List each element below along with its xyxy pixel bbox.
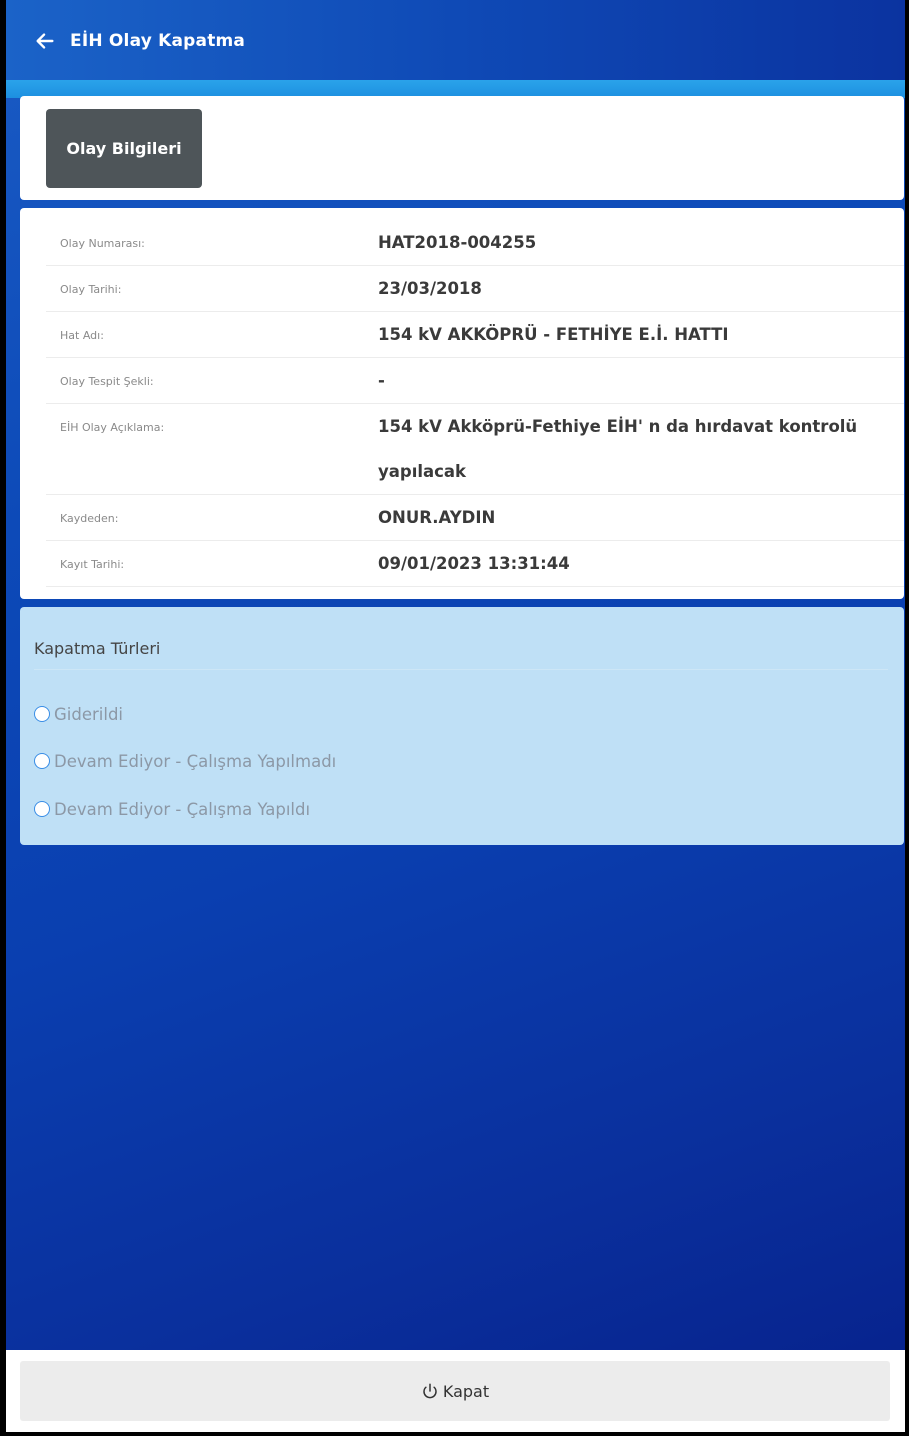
- info-row-kaydeden: Kaydeden: ONUR.AYDIN: [46, 495, 904, 541]
- radio-button[interactable]: [34, 801, 50, 817]
- info-label: Kayıt Tarihi:: [60, 558, 125, 571]
- info-label: EİH Olay Açıklama:: [60, 421, 165, 434]
- info-row-olay-tespit-sekli: Olay Tespit Şekli: -: [46, 358, 904, 404]
- tab-olay-bilgileri[interactable]: Olay Bilgileri: [46, 109, 202, 188]
- info-value: 23/03/2018: [378, 279, 482, 298]
- info-row-olay-tarihi: Olay Tarihi: 23/03/2018: [46, 266, 904, 312]
- closing-types-card: Kapatma Türleri Giderildi Devam Ediyor -…: [20, 607, 904, 845]
- info-label: Olay Tespit Şekli:: [60, 375, 154, 388]
- kapat-label: Kapat: [442, 1381, 490, 1401]
- radio-button[interactable]: [34, 753, 50, 769]
- kapat-button[interactable]: Kapat: [20, 1361, 890, 1421]
- top-bar: EİH Olay Kapatma: [6, 0, 905, 80]
- radio-button[interactable]: [34, 706, 50, 722]
- info-card: Olay Numarası: HAT2018-004255 Olay Tarih…: [20, 208, 904, 599]
- radio-option-devam-yapilmadi[interactable]: Devam Ediyor - Çalışma Yapılmadı: [34, 749, 336, 773]
- info-label: Olay Tarihi:: [60, 283, 122, 296]
- info-value: HAT2018-004255: [378, 233, 537, 252]
- info-row-eih-olay-aciklama: EİH Olay Açıklama: 154 kV Akköprü-Fethiy…: [46, 404, 904, 495]
- radio-label: Giderildi: [54, 704, 124, 724]
- back-arrow-icon[interactable]: [34, 30, 56, 52]
- info-label: Olay Numarası:: [60, 237, 145, 250]
- info-label: Kaydeden:: [60, 512, 119, 525]
- info-row-hat-adi: Hat Adı: 154 kV AKKÖPRÜ - FETHİYE E.İ. H…: [46, 312, 904, 358]
- info-value-line1: 154 kV Akköprü-Fethiye EİH' n da hırdava…: [378, 417, 858, 436]
- power-icon: [423, 1383, 437, 1399]
- app-frame: EİH Olay Kapatma Olay Bilgileri Olay Num…: [6, 0, 905, 1432]
- info-value-line2: yapılacak: [378, 462, 467, 481]
- page-title: EİH Olay Kapatma: [70, 31, 246, 51]
- info-row-kayit-tarihi: Kayıt Tarihi: 09/01/2023 13:31:44: [46, 541, 904, 587]
- radio-label: Devam Ediyor - Çalışma Yapıldı: [54, 799, 311, 819]
- info-label: Hat Adı:: [60, 329, 104, 342]
- info-value: ONUR.AYDIN: [378, 508, 496, 527]
- info-value: 09/01/2023 13:31:44: [378, 554, 570, 573]
- radio-option-devam-yapildi[interactable]: Devam Ediyor - Çalışma Yapıldı: [34, 797, 310, 821]
- bottom-bar: Kapat: [6, 1350, 905, 1432]
- radio-label: Devam Ediyor - Çalışma Yapılmadı: [54, 751, 337, 771]
- divider: [34, 669, 888, 670]
- info-row-olay-numarasi: Olay Numarası: HAT2018-004255: [46, 220, 904, 266]
- closing-types-title: Kapatma Türleri: [34, 639, 161, 658]
- info-value: 154 kV AKKÖPRÜ - FETHİYE E.İ. HATTI: [378, 325, 729, 344]
- radio-option-giderildi[interactable]: Giderildi: [34, 702, 123, 726]
- info-value: -: [378, 371, 385, 390]
